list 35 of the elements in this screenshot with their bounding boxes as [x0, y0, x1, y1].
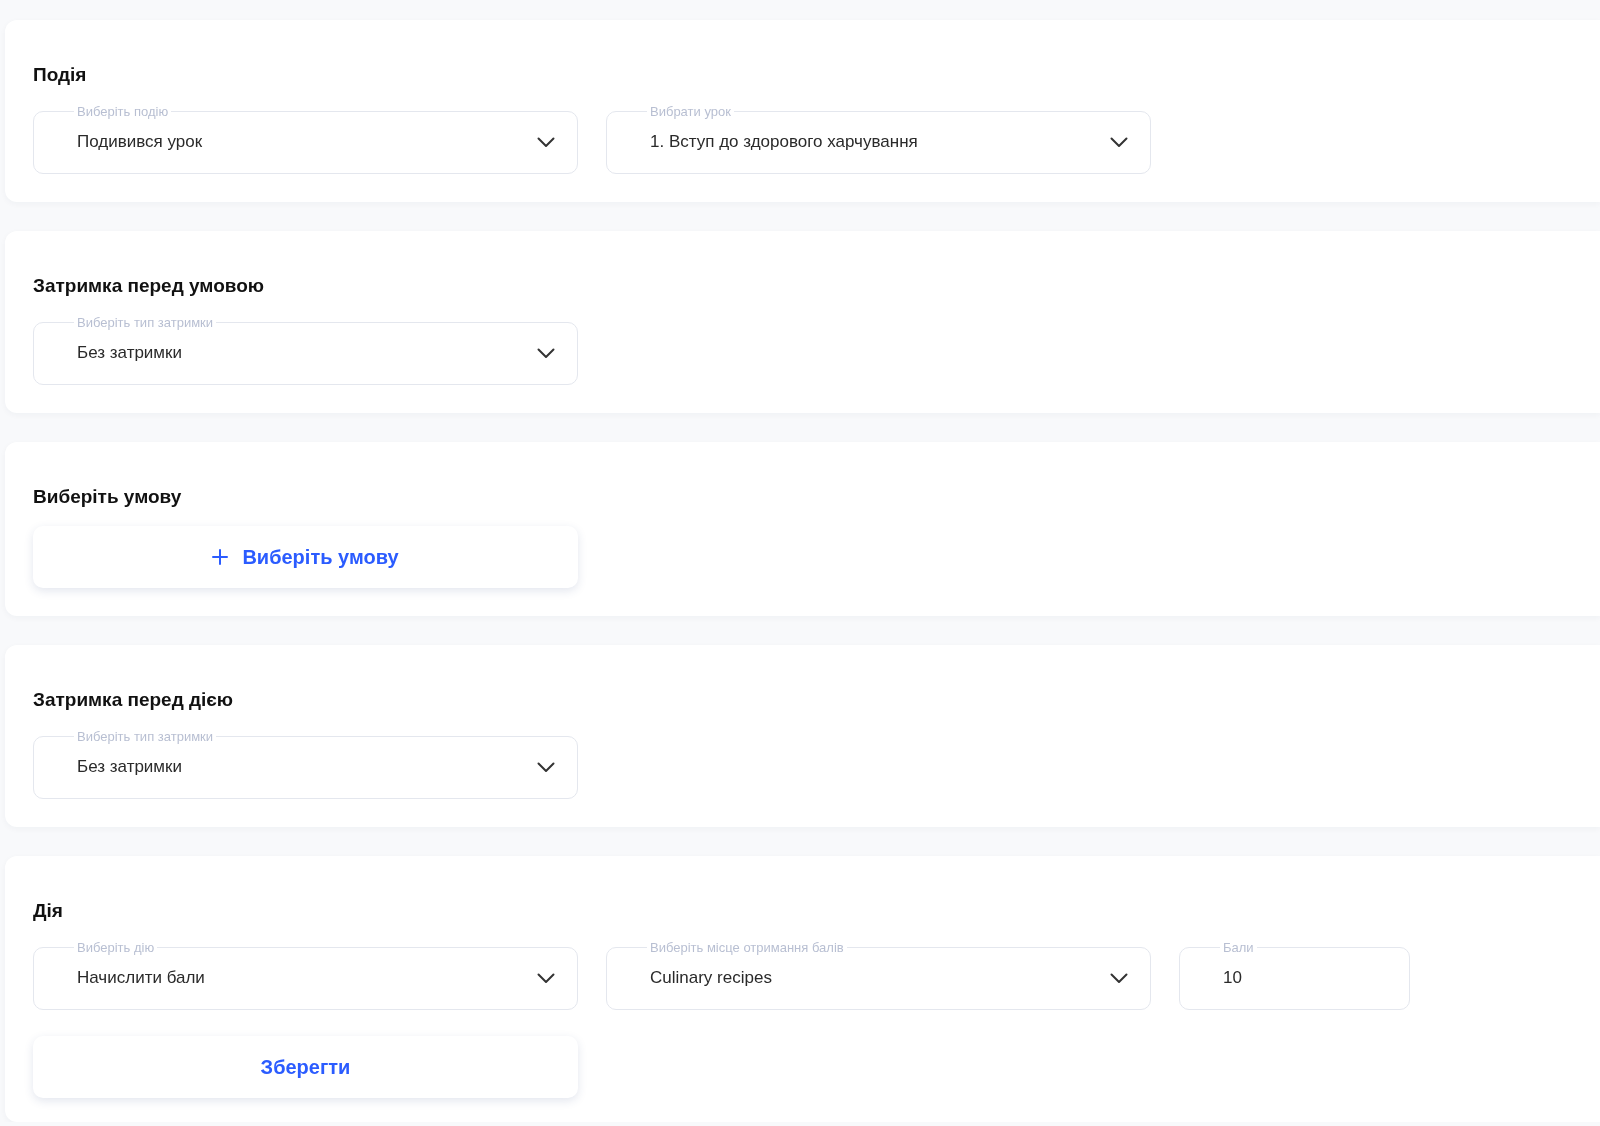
- dropdown-select[interactable]: Виберіть тип затримки Без затримки: [33, 315, 578, 385]
- field-value: 10: [1223, 968, 1243, 988]
- field-label: Вибрати урок: [649, 104, 732, 119]
- plus-icon: [212, 549, 229, 565]
- dropdown-select[interactable]: Виберіть тип затримки Без затримки: [33, 729, 578, 799]
- section-title: Затримка перед умовою: [33, 275, 265, 297]
- field-label: Виберіть тип затримки: [76, 315, 215, 330]
- chevron-down-icon: [537, 136, 555, 148]
- selected-value: Подивився урок: [77, 132, 204, 152]
- selected-value: Culinary recipes: [650, 968, 773, 988]
- chevron-down-icon: [537, 347, 555, 359]
- dropdown-select[interactable]: Виберіть місце отримання балів Culinary recipes: [606, 940, 1151, 1010]
- dropdown-select[interactable]: Вибрати урок 1. Вступ до здорового харчування: [606, 104, 1151, 174]
- dropdown-select[interactable]: Виберіть подію Подивився урок: [33, 104, 578, 174]
- field-label: Бали: [1222, 940, 1255, 955]
- selected-value: Без затримки: [77, 343, 183, 363]
- section-title: Затримка перед дією: [33, 689, 235, 711]
- field-label: Виберіть дію: [76, 940, 156, 955]
- field-label: Виберіть тип затримки: [76, 729, 215, 744]
- field-label: Виберіть місце отримання балів: [649, 940, 845, 955]
- save-button[interactable]: Зберегти: [33, 1036, 578, 1098]
- add-condition-button[interactable]: Виберіть умову: [33, 526, 578, 588]
- selected-value: Без затримки: [77, 757, 183, 777]
- selected-value: Начислити бали: [77, 968, 206, 988]
- chevron-down-icon: [1110, 972, 1128, 984]
- section-title: Дія: [33, 900, 64, 922]
- field-label: Виберіть подію: [76, 104, 170, 119]
- chevron-down-icon: [537, 761, 555, 773]
- chevron-down-icon: [537, 972, 555, 984]
- section-title: Виберіть умову: [33, 486, 183, 508]
- dropdown-select[interactable]: Виберіть дію Начислити бали: [33, 940, 578, 1010]
- points-input-field[interactable]: Бали 10: [1179, 940, 1410, 1010]
- section-title: Подія: [33, 64, 88, 86]
- chevron-down-icon: [1110, 136, 1128, 148]
- selected-value: 1. Вступ до здорового харчування: [650, 132, 919, 152]
